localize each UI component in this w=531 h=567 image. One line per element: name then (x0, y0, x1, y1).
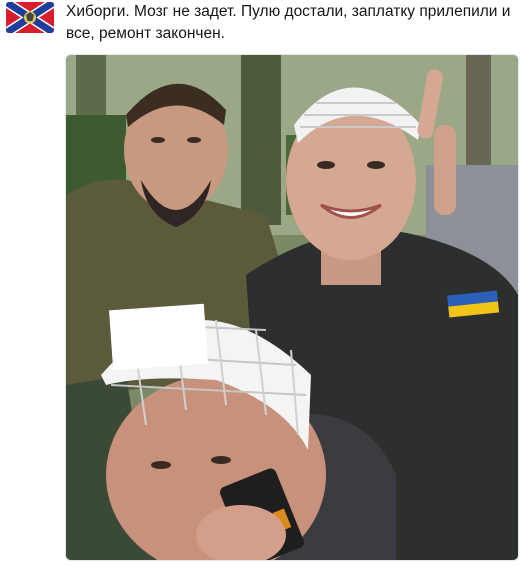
tweet-photo[interactable] (65, 54, 519, 561)
tweet: Хиборги. Мозг не задет. Пулю достали, за… (0, 0, 531, 567)
selfie-photo (66, 55, 518, 560)
novorossiya-flag-icon (6, 2, 54, 33)
tweet-text: Хиборги. Мозг не задет. Пулю достали, за… (66, 3, 515, 42)
profile-avatar[interactable] (6, 2, 54, 33)
